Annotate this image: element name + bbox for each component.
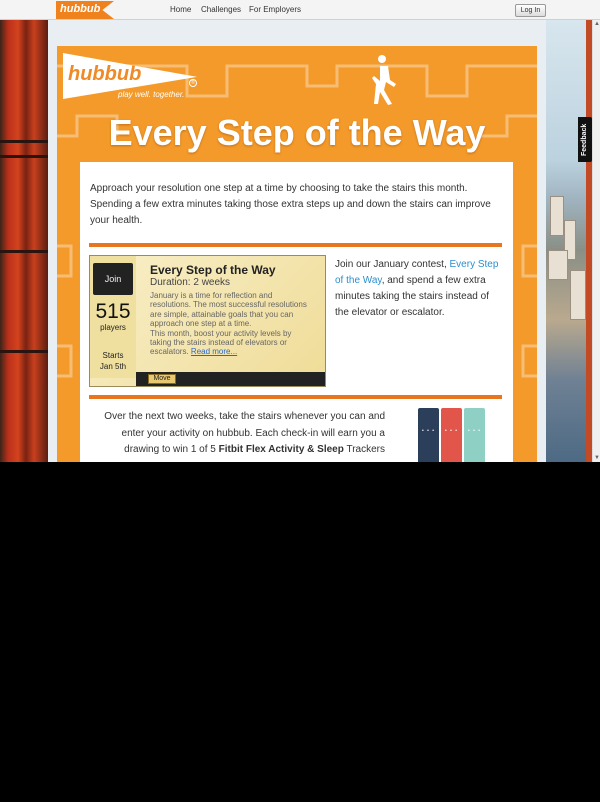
nav-logo-text: hubbub — [60, 3, 101, 15]
prize-name: Fitbit Flex Activity & Sleep — [218, 444, 344, 455]
walker-icon — [372, 55, 396, 105]
join-button[interactable]: Join — [93, 263, 133, 295]
logo-tagline: play well. together. — [118, 90, 185, 99]
description-paragraph-1: January is a time for reflection and res… — [150, 291, 307, 329]
nav-home-link[interactable]: Home — [170, 5, 191, 14]
nav-logo[interactable]: hubbub — [56, 1, 114, 19]
vertical-scrollbar[interactable]: ▲ ▼ — [592, 20, 600, 462]
players-label: players — [100, 323, 126, 332]
challenge-duration: Duration: 2 weeks — [150, 277, 231, 288]
challenge-card[interactable]: Join 515 players Starts Jan 5th Every St… — [89, 255, 326, 387]
divider-bottom — [89, 395, 502, 399]
page-title: Every Step of the Way — [108, 112, 486, 153]
description-paragraph-2: This month, boost your activity levels b… — [150, 329, 310, 357]
start-date: Starts Jan 5th — [90, 350, 136, 372]
background-bridge-left — [0, 20, 48, 462]
registered-mark: ® — [189, 79, 197, 87]
feedback-tab[interactable]: Feedback — [578, 117, 592, 162]
prize-text: Over the next two weeks, take the stairs… — [100, 409, 385, 459]
nav-challenges-link[interactable]: Challenges — [201, 5, 241, 14]
scroll-down-arrow-icon[interactable]: ▼ — [593, 454, 600, 462]
players-count: 515 — [95, 300, 131, 323]
challenge-description: January is a time for reflection and res… — [150, 291, 310, 357]
login-button[interactable]: Log In — [515, 4, 546, 17]
contest-description: Join our January contest, Every Step of … — [335, 257, 500, 321]
logo-text: hubbub — [68, 63, 142, 85]
move-button[interactable]: Move — [148, 374, 176, 384]
read-more-link[interactable]: Read more... — [191, 347, 237, 356]
nav-employers-link[interactable]: For Employers — [249, 5, 301, 14]
top-navigation: hubbub Home Challenges For Employers Log… — [0, 0, 600, 20]
challenge-title[interactable]: Every Step of the Way — [150, 263, 276, 277]
scroll-up-arrow-icon[interactable]: ▲ — [593, 20, 600, 28]
intro-text: Approach your resolution one step at a t… — [90, 183, 491, 226]
fitbit-band-red: • • • — [441, 408, 462, 462]
fitbit-band-teal: • • • — [464, 408, 485, 462]
prize-name-cut: Trackers — [346, 444, 385, 455]
divider-top — [89, 243, 502, 247]
fitbit-band-navy: • • • — [418, 408, 439, 462]
starts-label: Starts — [102, 351, 124, 360]
starts-date: Jan 5th — [99, 362, 127, 371]
contest-text-before: Join our January contest, — [335, 259, 447, 270]
